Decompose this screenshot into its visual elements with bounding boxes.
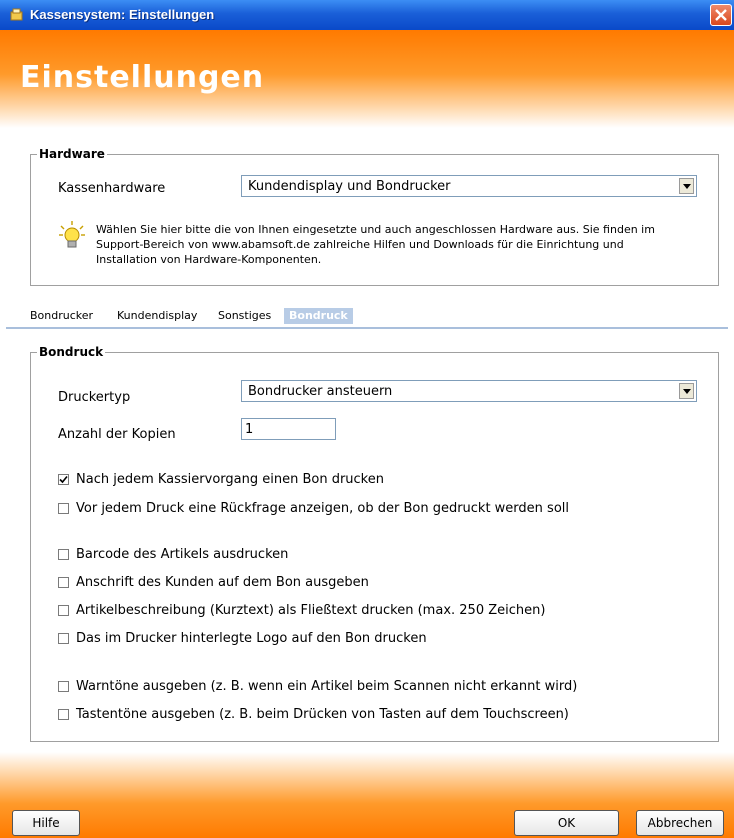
option-row[interactable]: Vor jedem Druck eine Rückfrage anzeigen,… [58, 501, 698, 518]
header-banner: Einstellungen [0, 30, 734, 128]
tab-bondrucker[interactable]: Bondrucker [30, 309, 93, 322]
tab-kundendisplay[interactable]: Kundendisplay [117, 309, 197, 322]
dropdown-button[interactable] [679, 383, 694, 399]
option-row[interactable]: Anschrift des Kunden auf dem Bon ausgebe… [58, 575, 658, 592]
cancel-button[interactable]: Abbrechen [636, 810, 724, 836]
option-label: Tastentöne ausgeben (z. B. beim Drücken … [76, 707, 569, 722]
option-row[interactable]: Tastentöne ausgeben (z. B. beim Drücken … [58, 707, 698, 724]
option-label: Barcode des Artikels ausdrucken [76, 547, 289, 562]
kassenhardware-select[interactable]: Kundendisplay und Bondrucker [241, 175, 697, 197]
dropdown-button[interactable] [679, 178, 694, 194]
kopien-input-box[interactable] [241, 418, 338, 440]
hint-line: Wählen Sie hier bitte die von Ihnen eing… [96, 223, 655, 236]
kassenhardware-label: Kassenhardware [58, 181, 166, 196]
bondruck-group-label: Bondruck [37, 345, 106, 359]
lightbulb-icon [59, 221, 85, 248]
chevron-down-icon [683, 389, 691, 394]
option-row[interactable]: Nach jedem Kassiervorgang einen Bon druc… [58, 472, 658, 489]
app-icon [10, 8, 23, 21]
checkbox[interactable] [58, 681, 69, 692]
hint-line: Installation von Hardware-Komponenten. [96, 253, 322, 266]
checkbox[interactable] [58, 549, 69, 560]
option-row[interactable]: Warntöne ausgeben (z. B. wenn ein Artike… [58, 679, 698, 696]
close-button[interactable] [710, 4, 732, 26]
page-title: Einstellungen [20, 60, 265, 95]
ok-button[interactable]: OK [514, 810, 619, 836]
checkbox[interactable] [58, 474, 69, 485]
tab-bondruck[interactable]: Bondruck [284, 308, 353, 324]
footer-banner [0, 752, 734, 838]
option-label: Das im Drucker hinterlegte Logo auf den … [76, 631, 427, 646]
kopien-label: Anzahl der Kopien [58, 427, 176, 442]
checkbox[interactable] [58, 503, 69, 514]
hardware-group-label: Hardware [37, 147, 107, 161]
tab-sonstiges[interactable]: Sonstiges [218, 309, 271, 322]
chevron-down-icon [683, 184, 691, 189]
kassenhardware-value: Kundendisplay und Bondrucker [248, 179, 451, 194]
option-row[interactable]: Artikelbeschreibung (Kurztext) als Fließ… [58, 603, 698, 620]
checkmark-icon [59, 475, 68, 484]
checkbox[interactable] [58, 709, 69, 720]
druckertyp-value: Bondrucker ansteuern [248, 384, 393, 399]
kopien-input[interactable] [242, 419, 338, 439]
druckertyp-label: Druckertyp [58, 390, 131, 405]
druckertyp-select[interactable]: Bondrucker ansteuern [241, 380, 697, 402]
checkbox[interactable] [58, 633, 69, 644]
option-row[interactable]: Barcode des Artikels ausdrucken [58, 547, 658, 564]
option-label: Warntöne ausgeben (z. B. wenn ein Artike… [76, 679, 578, 694]
window-title: Kassensystem: Einstellungen [30, 7, 215, 22]
close-icon [715, 9, 727, 21]
help-button[interactable]: Hilfe [12, 810, 80, 836]
option-label: Vor jedem Druck eine Rückfrage anzeigen,… [76, 501, 569, 516]
title-bar[interactable]: Kassensystem: Einstellungen [0, 0, 734, 30]
option-label: Artikelbeschreibung (Kurztext) als Fließ… [76, 603, 546, 618]
hint-line: Support-Bereich von www.abamsoft.de zahl… [96, 238, 624, 251]
checkbox[interactable] [58, 605, 69, 616]
hardware-hint: Wählen Sie hier bitte die von Ihnen eing… [96, 222, 706, 267]
option-label: Nach jedem Kassiervorgang einen Bon druc… [76, 472, 384, 487]
tab-divider [6, 327, 728, 329]
option-row[interactable]: Das im Drucker hinterlegte Logo auf den … [58, 631, 658, 648]
option-label: Anschrift des Kunden auf dem Bon ausgebe… [76, 575, 369, 590]
checkbox[interactable] [58, 577, 69, 588]
